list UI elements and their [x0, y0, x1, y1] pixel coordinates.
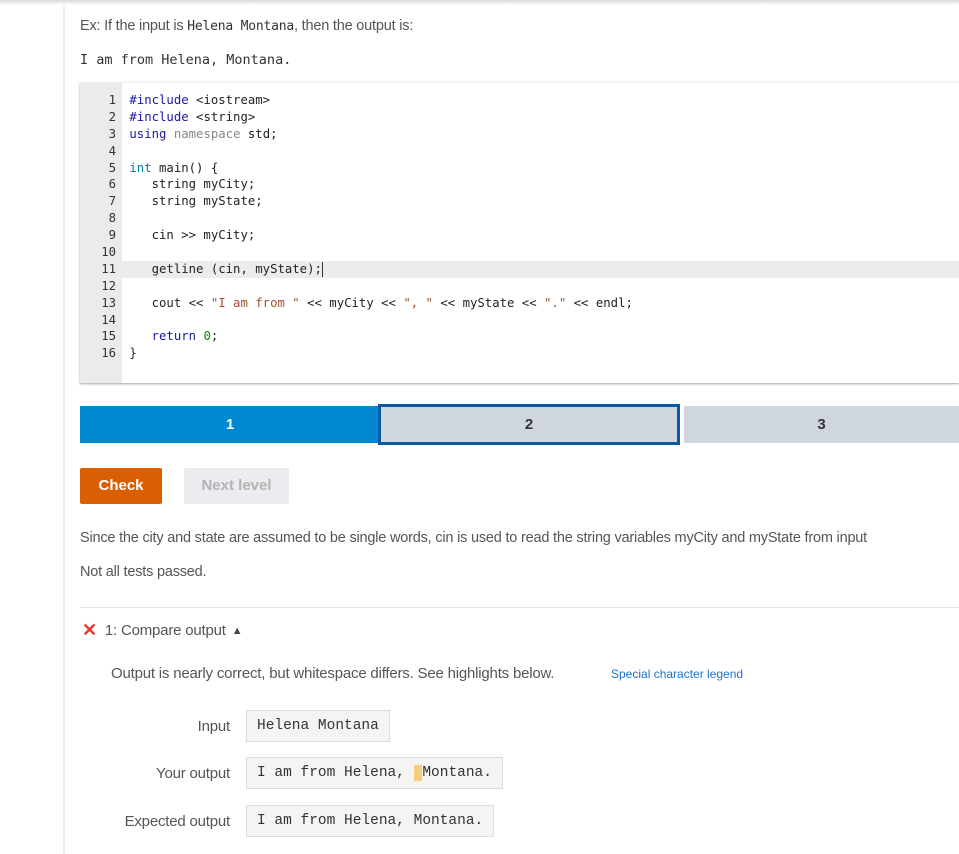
code-text: int main() { [129, 160, 219, 175]
line-number: 11 [101, 261, 116, 276]
code-line[interactable]: 11 getline (cin, myState); [80, 260, 959, 278]
level-progress: 1 3 2 [80, 404, 959, 445]
code-text: getline (cin, myState); [122, 261, 323, 277]
line-number: 5 [108, 160, 116, 175]
input-row: Input Helena Montana [80, 710, 390, 742]
code-text: #include <iostream> [129, 93, 271, 107]
line-number: 14 [101, 312, 116, 327]
code-line[interactable]: 14 [80, 312, 959, 329]
code-line[interactable]: 3 using namespace std; [80, 126, 959, 143]
input-value: Helena Montana [246, 710, 390, 742]
line-number: 2 [108, 109, 116, 124]
code-lines[interactable]: 1 #include <iostream> 2 #include <string>… [80, 92, 959, 362]
your-output-value: I am from Helena, Montana. [246, 757, 503, 789]
code-line[interactable]: 9 cin >> myCity; [80, 227, 959, 244]
code-text: using namespace std; [129, 126, 278, 141]
code-line[interactable]: 4 [80, 143, 959, 160]
line-number: 6 [108, 177, 116, 192]
content-left-border [63, 6, 65, 854]
line-number: 10 [101, 245, 116, 260]
code-editor[interactable]: 1 #include <iostream> 2 #include <string>… [80, 82, 959, 383]
expected-output-row: Expected output I am from Helena, Montan… [80, 805, 495, 837]
level-step-2[interactable]: 2 [378, 404, 680, 445]
line-number: 3 [108, 126, 116, 141]
explanation-text: Since the city and state are assumed to … [80, 530, 867, 546]
code-line[interactable]: 5 int main() { [80, 160, 959, 177]
line-number: 1 [108, 93, 116, 107]
line-number: 16 [101, 346, 116, 361]
code-text: string myCity; [122, 177, 256, 192]
line-number: 9 [108, 228, 116, 243]
line-number: 7 [108, 194, 116, 209]
chevron-up-icon[interactable]: ▲ [232, 625, 243, 637]
special-character-legend-link[interactable]: Special character legend [611, 667, 743, 681]
code-text: return 0; [151, 329, 219, 344]
code-line[interactable]: 7 string myState; [80, 193, 959, 210]
line-number: 13 [101, 295, 116, 310]
code-line[interactable]: 13 cout << "I am from " << myCity << ", … [80, 295, 959, 312]
input-label: Input [197, 717, 231, 735]
line-number: 4 [108, 143, 116, 158]
example-output: I am from Helena, Montana. [80, 52, 292, 68]
code-text: } [122, 346, 137, 361]
code-line[interactable]: 1 #include <iostream> [80, 92, 959, 109]
expected-output-value: I am from Helena, Montana. [246, 805, 495, 837]
test-message: Output is nearly correct, but whitespace… [111, 665, 555, 682]
line-number: 12 [101, 278, 116, 293]
example-input: Helena Montana [187, 19, 295, 34]
level-step-1[interactable]: 1 [80, 406, 380, 443]
test-status: Not all tests passed. [80, 564, 207, 580]
expected-output-label: Expected output [124, 812, 231, 830]
x-fail-icon: ✕ [82, 620, 97, 640]
code-text: string myState; [122, 194, 263, 209]
test-title: 1: Compare output [104, 622, 226, 639]
top-shadow [0, 0, 959, 6]
your-output-label: Your output [156, 764, 230, 782]
code-line[interactable]: 6 string myCity; [80, 176, 959, 193]
code-line[interactable]: 8 [80, 210, 959, 227]
code-line[interactable]: 15 return 0; [80, 328, 959, 345]
code-line[interactable]: 10 [80, 244, 959, 261]
code-text: cin >> myCity; [122, 228, 256, 243]
test-result-header[interactable]: ✕ 1: Compare output ▲ [82, 620, 243, 641]
level-step-3[interactable]: 3 [684, 406, 959, 443]
next-level-button[interactable]: Next level [184, 468, 289, 504]
code-text: cout << "I am from " << myCity << ", " <… [122, 295, 633, 310]
line-number: 8 [108, 211, 116, 226]
check-button[interactable]: Check [80, 468, 162, 504]
code-text: #include <string> [129, 109, 256, 124]
example-description: Ex: If the input is Helena Montana, then… [80, 18, 414, 34]
code-line[interactable]: 16 } [80, 345, 959, 362]
line-number: 15 [101, 329, 116, 344]
code-line[interactable]: 12 [80, 278, 959, 295]
text-cursor [321, 261, 323, 277]
divider [80, 607, 959, 608]
code-line[interactable]: 2 #include <string> [80, 109, 959, 126]
your-output-row: Your output I am from Helena, Montana. [80, 757, 503, 789]
